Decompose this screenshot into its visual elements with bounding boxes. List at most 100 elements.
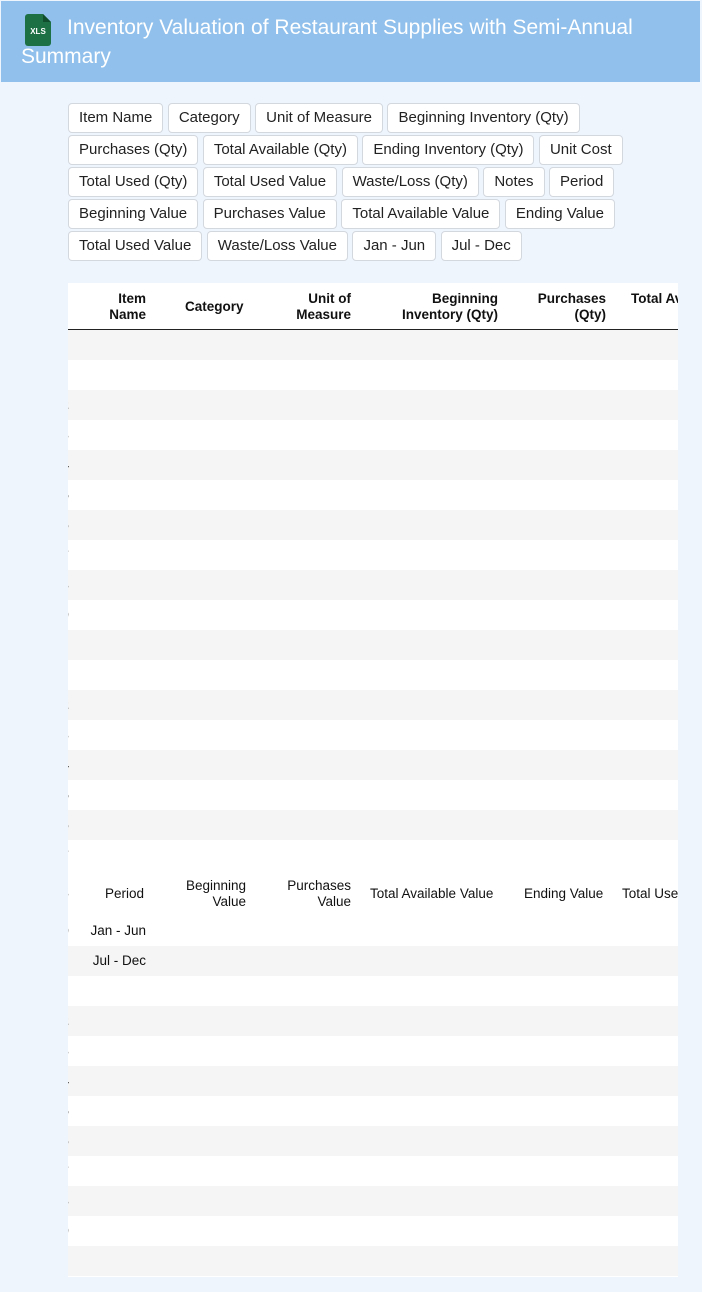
table2-header-row: 3 Period Beginning Value Purchases Value… xyxy=(68,870,678,916)
column-chip[interactable]: Ending Inventory (Qty) xyxy=(362,135,535,165)
row-number: ) xyxy=(68,954,74,968)
row-number: 3 xyxy=(68,578,74,592)
table-row[interactable]: 3 xyxy=(68,720,678,750)
column-chip[interactable]: Total Used Value xyxy=(68,231,203,261)
header-item-name-line2: Name xyxy=(109,307,146,322)
period-cell[interactable]: Jan - Jun xyxy=(90,923,146,938)
table-row[interactable]: ) Jul - Dec xyxy=(68,946,678,976)
header-category[interactable]: Category xyxy=(185,299,244,315)
table-row[interactable]: 2 xyxy=(68,1006,678,1036)
row-number: 3 xyxy=(68,1194,74,1208)
header-beginning-value-line1: Beginning xyxy=(185,878,246,893)
spreadsheet-view[interactable]: Item Name Category Unit of Measure Begin… xyxy=(68,283,678,1277)
chip-row: Beginning Value Purchases Value Total Av… xyxy=(68,199,628,231)
header-beginning-line2: Inventory (Qty) xyxy=(401,307,498,322)
column-chip[interactable]: Unit Cost xyxy=(538,135,623,165)
table-row[interactable]: 9 Jan - Jun xyxy=(68,916,678,946)
table-row[interactable]: 7 xyxy=(68,540,678,570)
table-row[interactable]: 9 xyxy=(68,600,678,630)
table-row[interactable]: 2 xyxy=(68,390,678,420)
table-row[interactable]: l xyxy=(68,360,678,390)
row-number: 9 xyxy=(68,608,74,622)
table-row[interactable]: 3 xyxy=(68,420,678,450)
row-number: 7 xyxy=(68,848,74,862)
header-period[interactable]: Period xyxy=(105,886,144,902)
chip-row: Total Used Value Waste/Loss Value Jan - … xyxy=(68,231,628,263)
column-chip[interactable]: Jul - Dec xyxy=(440,231,522,261)
row-number: l xyxy=(68,368,74,382)
row-number: 9 xyxy=(68,924,74,938)
row-number: 4 xyxy=(68,758,74,772)
row-number: ) xyxy=(68,1254,74,1268)
header-unit-of-measure[interactable]: Unit of Measure xyxy=(296,291,351,323)
table-row[interactable]: ) xyxy=(68,330,678,360)
table-row[interactable]: 2 xyxy=(68,690,678,720)
chip-row: Item Name Category Unit of Measure Begin… xyxy=(68,103,628,135)
header-purchases-value[interactable]: Purchases Value xyxy=(287,878,351,910)
table-row[interactable]: 6 xyxy=(68,810,678,840)
column-chip[interactable]: Purchases Value xyxy=(202,199,337,229)
table-row[interactable]: 4 xyxy=(68,1066,678,1096)
header-item-name[interactable]: Item Name xyxy=(109,291,146,323)
row-number: 3 xyxy=(68,428,74,442)
table-row[interactable]: l xyxy=(68,976,678,1006)
table-row[interactable]: 6 xyxy=(68,1126,678,1156)
header-total-available-value[interactable]: Total Available Value xyxy=(370,886,493,902)
header-beginning-value[interactable]: Beginning Value xyxy=(186,878,246,910)
table-row[interactable]: ) xyxy=(68,630,678,660)
row-number: 7 xyxy=(68,548,74,562)
column-chip[interactable]: Total Available Value xyxy=(341,199,501,229)
header-beginning-inventory[interactable]: Beginning Inventory (Qty) xyxy=(402,291,498,323)
column-chip[interactable]: Jan - Jun xyxy=(352,231,437,261)
column-chip[interactable]: Waste/Loss (Qty) xyxy=(341,167,479,197)
row-number: ) xyxy=(68,638,74,652)
column-chip[interactable]: Notes xyxy=(483,167,545,197)
row-number: 6 xyxy=(68,1134,74,1148)
page-title: Inventory Valuation of Restaurant Suppli… xyxy=(21,16,633,68)
table-row[interactable]: 7 xyxy=(68,1156,678,1186)
table-row[interactable]: 5 xyxy=(68,780,678,810)
table-row[interactable]: 9 xyxy=(68,1216,678,1246)
row-number: 9 xyxy=(68,1224,74,1238)
table-row[interactable]: 4 xyxy=(68,450,678,480)
table-row[interactable]: 3 xyxy=(68,1036,678,1066)
header-unit-line1: Unit of xyxy=(308,291,351,306)
period-cell[interactable]: Jul - Dec xyxy=(93,953,146,968)
row-number: ) xyxy=(68,338,74,352)
column-chip[interactable]: Item Name xyxy=(68,103,164,133)
table-row[interactable]: 5 xyxy=(68,1096,678,1126)
column-chip[interactable]: Total Used (Qty) xyxy=(68,167,199,197)
column-chip[interactable]: Beginning Value xyxy=(68,199,199,229)
row-number: 2 xyxy=(68,1014,74,1028)
column-chip[interactable]: Unit of Measure xyxy=(255,103,384,133)
row-number: 6 xyxy=(68,818,74,832)
header-total-used[interactable]: Total Use xyxy=(622,886,678,902)
column-chip[interactable]: Total Used Value xyxy=(202,167,338,197)
table-row[interactable]: 7 xyxy=(68,840,678,870)
row-number: 2 xyxy=(68,398,74,412)
table-row[interactable]: ) xyxy=(68,1246,678,1276)
row-number: 5 xyxy=(68,488,74,502)
column-chip[interactable]: Waste/Loss Value xyxy=(206,231,348,261)
table-row[interactable]: 6 xyxy=(68,510,678,540)
column-chip[interactable]: Beginning Inventory (Qty) xyxy=(387,103,580,133)
table-row[interactable]: l xyxy=(68,660,678,690)
column-chip[interactable]: Category xyxy=(167,103,251,133)
table-row[interactable]: 4 xyxy=(68,750,678,780)
header-unit-line2: Measure xyxy=(296,307,351,322)
header-purchases-value-line2: Value xyxy=(317,894,351,909)
table-row[interactable]: 3 xyxy=(68,1186,678,1216)
column-chip[interactable]: Purchases (Qty) xyxy=(68,135,199,165)
column-chip[interactable]: Total Available (Qty) xyxy=(202,135,358,165)
column-chip[interactable]: Ending Value xyxy=(504,199,615,229)
app-header: XLS Inventory Valuation of Restaurant Su… xyxy=(1,1,700,82)
column-chip[interactable]: Period xyxy=(548,167,615,197)
table1-header-row: Item Name Category Unit of Measure Begin… xyxy=(68,283,678,330)
header-ending-value[interactable]: Ending Value xyxy=(524,886,603,902)
table-row[interactable]: 5 xyxy=(68,480,678,510)
table-row[interactable]: 3 xyxy=(68,570,678,600)
row-number: l xyxy=(68,668,74,682)
header-purchases-qty[interactable]: Purchases (Qty) xyxy=(538,291,606,323)
row-number: 7 xyxy=(68,1164,74,1178)
header-total-available[interactable]: Total Av xyxy=(631,291,678,307)
